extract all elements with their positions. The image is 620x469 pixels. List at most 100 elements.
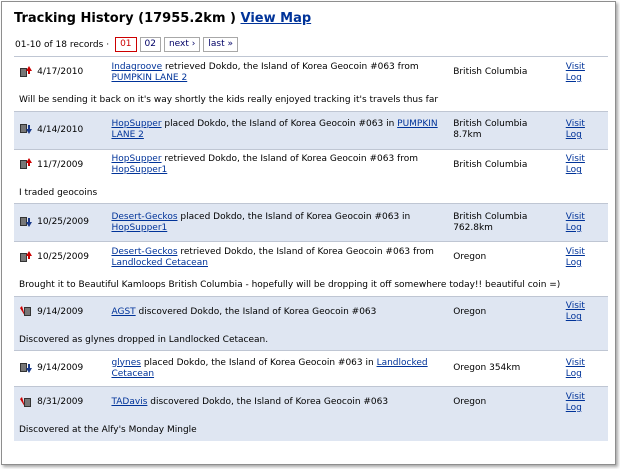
log-date: 11/7/2009 — [35, 148, 110, 181]
visit-link[interactable]: Visit — [566, 301, 585, 311]
action-text: retrieved Dokdo, the Island of Korea Geo… — [177, 246, 434, 257]
log-link[interactable]: Log — [566, 73, 582, 83]
location-text: Oregon — [453, 306, 487, 317]
log-note-text: Will be sending it back on it's way shor… — [14, 88, 608, 111]
view-map-link[interactable]: View Map — [241, 11, 312, 26]
next-page-button[interactable]: next › — [163, 37, 201, 52]
log-entry-row: 9/14/2009 glynes placed Dokdo, the Island… — [14, 350, 608, 387]
visit-link[interactable]: Visit — [566, 119, 585, 129]
page-title: Tracking History (17955.2km ) View Map — [14, 11, 311, 26]
user-link[interactable]: HopSupper — [111, 154, 161, 164]
distance-text: 8.7km — [453, 130, 482, 140]
cache-link[interactable]: PUMPKIN LANE 2 — [111, 73, 187, 83]
log-type-cell — [14, 203, 36, 242]
log-date: 4/17/2010 — [35, 56, 110, 89]
visit-log-cell: Visit Log — [563, 110, 608, 149]
log-type-cell — [14, 295, 36, 328]
log-location: Oregon — [451, 386, 564, 419]
retrieved-icon — [19, 249, 33, 263]
log-location: British Columbia — [451, 148, 564, 181]
page-01-button[interactable]: 01 — [115, 37, 137, 52]
log-note-text: Discovered at the Alfy's Monday Mingle — [14, 418, 608, 441]
user-link[interactable]: HopSupper — [111, 119, 161, 129]
discovered-icon — [19, 303, 33, 317]
last-page-button[interactable]: last » — [203, 37, 238, 52]
log-type-cell — [14, 110, 36, 149]
log-note-text: Brought it to Beautiful Kamloops British… — [14, 273, 608, 296]
log-description: Desert-Geckos placed Dokdo, the Island o… — [109, 203, 452, 242]
log-description: AGST discovered Dokdo, the Island of Kor… — [109, 295, 452, 328]
visit-log-cell: Visit Log — [563, 203, 608, 242]
action-text: placed Dokdo, the Island of Korea Geocoi… — [140, 357, 377, 368]
log-note-row: Discovered at the Alfy's Monday Mingle — [14, 418, 608, 441]
action-text: discovered Dokdo, the Island of Korea Ge… — [147, 397, 389, 408]
log-date: 10/25/2009 — [35, 203, 110, 242]
location-text: British Columbia — [453, 211, 528, 222]
location-text: Oregon 354km — [453, 363, 521, 373]
log-note-text: I traded geocoins — [14, 181, 608, 204]
placed-icon — [19, 214, 33, 228]
retrieved-icon — [19, 156, 33, 170]
user-link[interactable]: Desert-Geckos — [111, 212, 177, 222]
user-link[interactable]: glynes — [111, 358, 140, 368]
user-link[interactable]: Desert-Geckos — [111, 247, 177, 257]
log-location: British Columbia — [451, 56, 564, 89]
visit-link[interactable]: Visit — [566, 62, 585, 72]
log-link[interactable]: Log — [566, 223, 582, 233]
log-note-row: I traded geocoins — [14, 181, 608, 204]
discovered-icon — [19, 394, 33, 408]
visit-link[interactable]: Visit — [566, 154, 585, 164]
log-description: Desert-Geckos retrieved Dokdo, the Islan… — [109, 241, 452, 274]
record-count: 01-10 of 18 records · — [15, 39, 110, 50]
log-link[interactable]: Log — [566, 130, 582, 140]
cache-link[interactable]: HopSupper1 — [111, 165, 167, 175]
log-type-cell — [14, 148, 36, 181]
visit-log-cell: Visit Log — [563, 148, 608, 181]
log-entry-row: 11/7/2009 HopSupper retrieved Dokdo, the … — [14, 148, 608, 181]
user-link[interactable]: Indagroove — [111, 62, 162, 72]
log-entry-row: 10/25/2009 Desert-Geckos retrieved Dokdo,… — [14, 241, 608, 274]
log-link[interactable]: Log — [566, 165, 582, 175]
log-note-row: Will be sending it back on it's way shor… — [14, 88, 608, 111]
placed-icon — [19, 121, 33, 135]
cache-link[interactable]: HopSupper1 — [111, 223, 167, 233]
action-text: retrieved Dokdo, the Island of Korea Geo… — [161, 154, 418, 165]
location-text: Oregon — [453, 397, 487, 408]
title-text: Tracking History (17955.2km ) — [14, 11, 236, 26]
cache-link[interactable]: Landlocked Cetacean — [111, 258, 207, 268]
log-location: Oregon 354km — [451, 350, 564, 387]
log-date: 9/14/2009 — [35, 295, 110, 328]
log-type-cell — [14, 241, 36, 274]
log-type-cell — [14, 56, 36, 89]
distance-text: 762.8km — [453, 222, 493, 233]
log-description: TADavis discovered Dokdo, the Island of … — [109, 386, 452, 419]
visit-link[interactable]: Visit — [566, 392, 585, 402]
log-description: HopSupper retrieved Dokdo, the Island of… — [109, 148, 452, 181]
log-link[interactable]: Log — [566, 258, 582, 268]
pagination: 01-10 of 18 records · 01 02 next › last … — [15, 37, 241, 52]
page-02-button[interactable]: 02 — [139, 37, 161, 52]
placed-icon — [19, 360, 33, 374]
location-text: British Columbia — [453, 119, 528, 129]
tracking-log-table: 4/17/2010 Indagroove retrieved Dokdo, the… — [14, 56, 608, 441]
visit-link[interactable]: Visit — [566, 247, 585, 257]
log-note-row: Brought it to Beautiful Kamloops British… — [14, 273, 608, 296]
visit-link[interactable]: Visit — [566, 212, 585, 222]
log-location: British Columbia 8.7km — [451, 110, 564, 149]
user-link[interactable]: AGST — [111, 307, 135, 317]
user-link[interactable]: TADavis — [111, 397, 147, 407]
log-date: 4/14/2010 — [35, 110, 110, 149]
log-link[interactable]: Log — [566, 312, 582, 322]
log-link[interactable]: Log — [566, 369, 582, 379]
log-entry-row: 4/14/2010 HopSupper placed Dokdo, the Isl… — [14, 110, 608, 149]
action-text: placed Dokdo, the Island of Korea Geocoi… — [177, 211, 411, 222]
log-description: glynes placed Dokdo, the Island of Korea… — [109, 350, 452, 387]
log-location: Oregon — [451, 241, 564, 274]
tracking-history-panel: Tracking History (17955.2km ) View Map 0… — [1, 1, 616, 465]
visit-link[interactable]: Visit — [566, 358, 585, 368]
log-link[interactable]: Log — [566, 403, 582, 413]
action-text: placed Dokdo, the Island of Korea Geocoi… — [161, 119, 398, 129]
log-location: British Columbia 762.8km — [451, 203, 564, 242]
log-description: HopSupper placed Dokdo, the Island of Ko… — [109, 110, 452, 149]
visit-log-cell: Visit Log — [563, 56, 608, 89]
